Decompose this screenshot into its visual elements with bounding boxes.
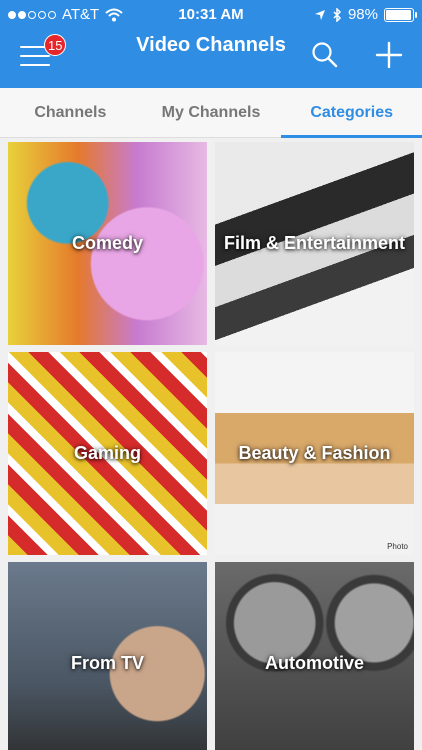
category-label: Beauty & Fashion [238, 443, 391, 464]
category-label: Automotive [265, 653, 364, 674]
category-tile-beauty-fashion[interactable]: Beauty & Fashion Photo [215, 352, 414, 555]
search-button[interactable] [310, 40, 340, 70]
category-tile-comedy[interactable]: Comedy [8, 142, 207, 345]
category-tile-automotive[interactable]: Automotive [215, 562, 414, 750]
category-label: Gaming [73, 443, 141, 464]
tab-my-channels[interactable]: My Channels [141, 88, 282, 137]
photo-watermark: Photo [387, 542, 408, 551]
bluetooth-icon [333, 7, 342, 22]
status-bar: AT&T 10:31 AM 98% [0, 0, 422, 30]
location-arrow-icon [314, 9, 325, 20]
category-grid: Comedy Film & Entertainment Gaming Beaut… [0, 140, 422, 750]
category-tile-film-entertainment[interactable]: Film & Entertainment [215, 142, 414, 345]
battery-percent: 98% [347, 6, 378, 23]
page-title: Video Channels [136, 34, 286, 56]
search-icon [312, 42, 338, 68]
tab-channels[interactable]: Channels [0, 88, 141, 137]
add-button[interactable] [374, 40, 404, 70]
category-label: Film & Entertainment [223, 233, 406, 254]
tab-bar: Channels My Channels Categories [0, 88, 422, 138]
plus-icon [375, 41, 403, 69]
category-tile-gaming[interactable]: Gaming [8, 352, 207, 555]
tab-categories[interactable]: Categories [281, 88, 422, 138]
category-label: Comedy [71, 233, 143, 254]
category-label: From TV [70, 653, 144, 674]
app-header: AT&T 10:31 AM 98% 15 Video Channels [0, 0, 422, 88]
category-tile-from-tv[interactable]: From TV [8, 562, 207, 750]
battery-icon [384, 7, 417, 22]
